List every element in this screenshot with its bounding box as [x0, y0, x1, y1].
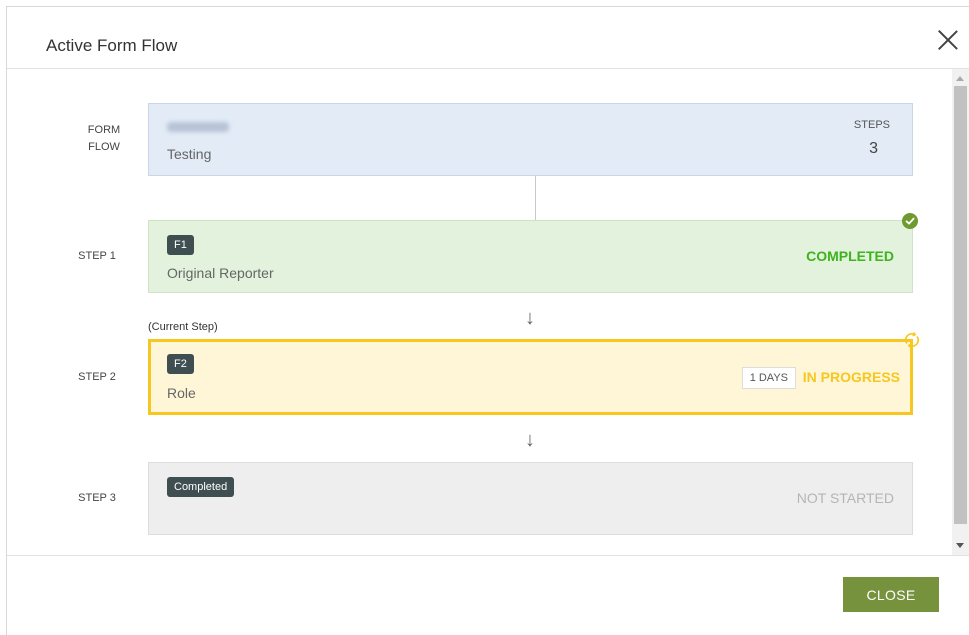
scroll-down-icon[interactable]: [956, 543, 964, 548]
form-flow-label-line1: FORM: [87, 124, 121, 136]
step1-subtitle: Original Reporter: [167, 265, 274, 281]
step3-badge: Completed: [167, 477, 235, 497]
connector-line: [535, 176, 536, 220]
steps-count: 3: [869, 140, 878, 157]
scrollbar[interactable]: [952, 69, 969, 555]
modal-body: FORM FLOW Testing STEPS 3 STEP 1 F1 Orig…: [7, 69, 969, 556]
modal-title: Active Form Flow: [46, 36, 178, 55]
arrow-down-icon: ↓: [525, 429, 535, 451]
steps-label: STEPS: [853, 119, 890, 131]
step1-row-label: STEP 1: [78, 250, 116, 262]
step1-badge: F1: [167, 235, 194, 255]
step3-status: NOT STARTED: [796, 490, 894, 506]
scroll-thumb[interactable]: [954, 86, 967, 524]
refresh-icon: [903, 331, 921, 349]
modal-header: Active Form Flow: [7, 7, 969, 69]
form-flow-card: Testing STEPS 3: [148, 103, 913, 176]
step3-row-label: STEP 3: [78, 492, 116, 504]
form-flow-subtitle: Testing: [167, 146, 212, 162]
current-step-label: (Current Step): [148, 321, 218, 333]
scroll-up-icon[interactable]: [956, 76, 964, 81]
step1-card[interactable]: F1 Original Reporter COMPLETED: [148, 220, 913, 293]
close-button[interactable]: CLOSE: [843, 577, 939, 612]
step2-status: IN PROGRESS: [802, 369, 900, 385]
form-flow-label-line2: FLOW: [88, 141, 120, 153]
redacted-flow-name: [167, 122, 229, 132]
step2-card[interactable]: F2 Role 1 DAYS IN PROGRESS: [148, 339, 913, 415]
step2-subtitle: Role: [167, 385, 196, 401]
arrow-down-icon: ↓: [525, 307, 535, 329]
check-circle-icon: [902, 213, 918, 229]
step2-row-label: STEP 2: [78, 371, 116, 383]
active-form-flow-modal: Active Form Flow FORM FLOW Testing STEPS…: [6, 6, 969, 635]
close-icon[interactable]: [937, 29, 959, 51]
step1-status: COMPLETED: [806, 248, 894, 264]
step3-card[interactable]: Completed NOT STARTED: [148, 462, 913, 535]
days-badge: 1 DAYS: [741, 367, 796, 389]
form-flow-row-label: FORM FLOW: [74, 122, 134, 156]
step2-badge: F2: [167, 354, 194, 374]
